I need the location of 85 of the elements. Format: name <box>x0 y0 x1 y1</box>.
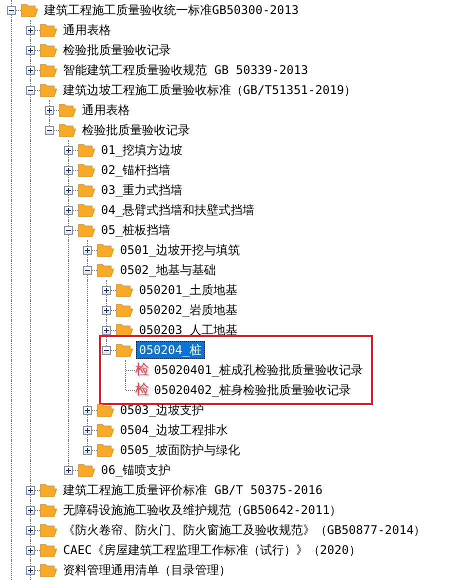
folder-icon <box>78 163 95 177</box>
folder-icon <box>40 23 57 37</box>
expand-icon[interactable] <box>45 106 54 115</box>
expand-icon[interactable] <box>26 546 35 555</box>
folder-icon <box>78 223 95 237</box>
expand-icon[interactable] <box>83 446 92 455</box>
tree-item-label[interactable]: 0502_地基与基础 <box>117 261 220 279</box>
tree-item-label[interactable]: 05020401_桩成孔检验批质量验收记录 <box>151 361 366 379</box>
expand-icon[interactable] <box>102 326 111 335</box>
collapse-icon[interactable] <box>64 226 73 235</box>
folder-icon <box>116 323 133 337</box>
folder-icon <box>21 3 38 17</box>
expand-icon[interactable] <box>64 186 73 195</box>
expand-icon[interactable] <box>26 566 35 575</box>
folder-icon <box>40 43 57 57</box>
tree-item-label[interactable]: 050202_岩质地基 <box>136 301 241 319</box>
tree-item-label[interactable]: 无障碍设施施工验收及维护规范（GB50642-2011） <box>60 501 345 519</box>
tree-item-label[interactable]: 050203_人工地基 <box>136 321 241 339</box>
record-icon: 检 <box>135 382 149 398</box>
tree-item-label[interactable]: 050201_土质地基 <box>136 281 241 299</box>
folder-icon <box>40 563 57 577</box>
collapse-icon[interactable] <box>45 126 54 135</box>
folder-icon <box>116 303 133 317</box>
tree-item-label[interactable]: 06_锚喷支护 <box>98 461 174 479</box>
folder-icon <box>78 183 95 197</box>
expand-icon[interactable] <box>26 46 35 55</box>
folder-icon <box>59 103 76 117</box>
folder-icon <box>78 463 95 477</box>
tree-item-label[interactable]: 02_锚杆挡墙 <box>98 161 174 179</box>
folder-icon <box>97 423 114 437</box>
folder-icon <box>97 243 114 257</box>
expand-icon[interactable] <box>83 426 92 435</box>
tree-item-label[interactable]: 0503_边坡支护 <box>117 401 208 419</box>
folder-icon <box>97 403 114 417</box>
expand-icon[interactable] <box>102 306 111 315</box>
tree-item-label[interactable]: 0505_坡面防护与绿化 <box>117 441 244 459</box>
folder-icon <box>40 523 57 537</box>
expand-icon[interactable] <box>26 26 35 35</box>
folder-icon <box>59 123 76 137</box>
folder-icon <box>40 63 57 77</box>
expand-icon[interactable] <box>64 146 73 155</box>
folder-icon <box>40 503 57 517</box>
tree-item-label[interactable]: CAEC《房屋建筑工程监理工作标准（试行）》（2020） <box>60 541 364 559</box>
expand-icon[interactable] <box>83 246 92 255</box>
collapse-icon[interactable] <box>26 86 35 95</box>
tree-item-label[interactable]: 通用表格 <box>79 101 133 119</box>
record-icon: 检 <box>135 362 149 378</box>
tree-item-label[interactable]: 建筑边坡工程施工质量验收标准（GB/T51351-2019） <box>60 81 360 99</box>
expand-icon[interactable] <box>64 206 73 215</box>
tree-item-label[interactable]: 04_悬臂式挡墙和扶壁式挡墙 <box>98 201 258 219</box>
folder-icon <box>40 83 57 97</box>
collapse-icon[interactable] <box>83 266 92 275</box>
folder-icon <box>40 483 57 497</box>
tree-item-label[interactable]: 通用表格 <box>60 21 114 39</box>
tree-item-label[interactable]: 资料管理通用清单（目录管理） <box>60 561 234 579</box>
collapse-icon[interactable] <box>102 346 111 355</box>
expand-icon[interactable] <box>102 286 111 295</box>
tree-item-label[interactable]: 0504_边坡工程排水 <box>117 421 232 439</box>
tree-item-label[interactable]: 0501_边坡开挖与填筑 <box>117 241 244 259</box>
expand-icon[interactable] <box>64 166 73 175</box>
expand-icon[interactable] <box>83 406 92 415</box>
tree-item-label[interactable]: 检验批质量验收记录 <box>79 121 193 139</box>
folder-icon <box>116 283 133 297</box>
tree-item-label[interactable]: 《防火卷帘、防火门、防火窗施工及验收规范》（GB50877-2014） <box>60 521 429 539</box>
tree-item-label[interactable]: 检验批质量验收记录 <box>60 41 174 59</box>
tree-item-label[interactable]: 050204_桩 <box>136 341 205 359</box>
expand-icon[interactable] <box>26 486 35 495</box>
expand-icon[interactable] <box>26 506 35 515</box>
folder-icon <box>40 543 57 557</box>
tree-item-label[interactable]: 05_桩板挡墙 <box>98 221 174 239</box>
tree-item-label[interactable]: 建筑工程施工质量评价标准 GB/T 50375-2016 <box>60 481 326 499</box>
folder-icon <box>97 443 114 457</box>
expand-icon[interactable] <box>64 466 73 475</box>
folder-icon <box>97 263 114 277</box>
folder-icon <box>78 143 95 157</box>
tree-item-label[interactable]: 建筑工程施工质量验收统一标准GB50300-2013 <box>41 1 302 19</box>
tree-item-label[interactable]: 01_挖填方边坡 <box>98 141 186 159</box>
collapse-icon[interactable] <box>7 6 16 15</box>
tree-item-label[interactable]: 03_重力式挡墙 <box>98 181 186 199</box>
expand-icon[interactable] <box>26 66 35 75</box>
folder-icon <box>116 343 133 357</box>
tree-item-label[interactable]: 智能建筑工程质量验收规范 GB 50339-2013 <box>60 61 312 79</box>
expand-icon[interactable] <box>26 526 35 535</box>
folder-icon <box>78 203 95 217</box>
tree-item-label[interactable]: 05020402_桩身检验批质量验收记录 <box>151 381 354 399</box>
